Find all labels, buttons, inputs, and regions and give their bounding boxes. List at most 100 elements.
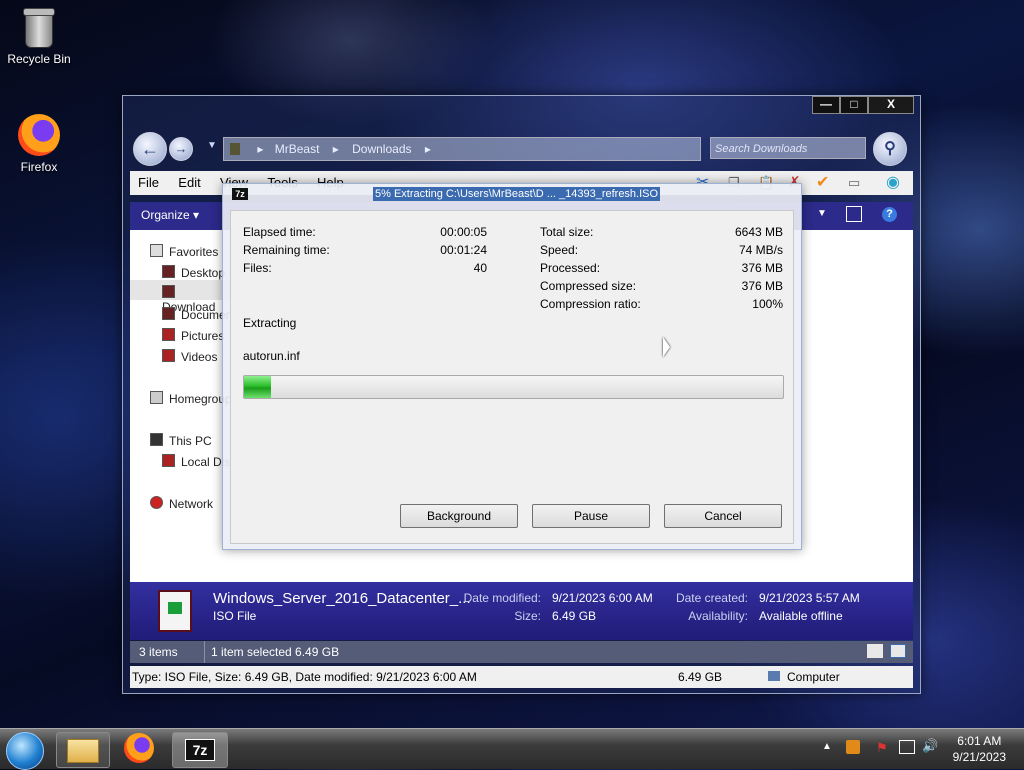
taskbar-firefox[interactable] [124,733,156,765]
organize-label: Organize [141,208,190,222]
mouse-cursor-icon [663,337,670,357]
details-view-icon[interactable] [867,644,883,658]
computer-icon [150,433,163,446]
file-info: Type: ISO File, Size: 6.49 GB, Date modi… [132,670,477,684]
pictures-icon [162,328,175,341]
file-explorer-icon [67,739,99,763]
sidebar-item-pictures[interactable]: Pictures [162,328,224,343]
remaining-time-label: Remaining time: [243,243,330,257]
globe-icon[interactable]: ◉ [878,171,908,195]
minimize-button[interactable]: — [812,96,840,114]
forward-button[interactable]: → [169,137,193,161]
remaining-time-value: 00:01:24 [440,243,487,257]
date-modified-label: Date modified: [463,591,541,605]
compression-ratio-value: 100% [752,297,783,311]
firefox-icon [124,733,154,763]
speed-label: Speed: [540,243,579,257]
date-modified-value: 9/21/2023 6:00 AM [552,591,653,605]
total-size-label: Total size: [540,225,594,239]
breadcrumb-separator-icon: ▸ [424,142,431,156]
date-created-value: 9/21/2023 5:57 AM [759,591,860,605]
sidebar-item-label: Favorites [169,245,219,259]
network-icon [150,496,163,509]
homegroup-icon [150,391,163,404]
7zip-progress-dialog: 7z 5% Extracting C:\Users\MrBeast\D ... … [222,183,802,550]
menu-edit[interactable]: Edit [170,171,208,195]
cancel-button[interactable]: Cancel [664,504,782,528]
background-button[interactable]: Background [400,504,518,528]
sidebar-item-downloads[interactable]: Download [130,280,230,314]
compressed-size-label: Compressed size: [540,279,637,293]
tray-app-icon[interactable] [846,740,860,754]
sidebar-item-label: This PC [169,434,212,448]
organize-button[interactable]: Organize ▾ [141,208,199,222]
recycle-bin-icon [23,8,55,48]
speed-value: 74 MB/s [738,243,783,257]
recent-pages-dropdown[interactable]: ▼ [207,140,217,151]
clock-date: 9/21/2023 [952,750,1006,764]
status-bar: 3 items 1 item selected 6.49 GB [130,641,913,663]
iso-file-icon [158,590,192,632]
availability-value: Available offline [759,609,843,623]
address-bar[interactable]: ▸ MrBeast ▸ Downloads ▸ [223,137,701,161]
help-icon[interactable]: ? [882,207,897,222]
files-value: 40 [473,261,487,275]
breadcrumb-downloads[interactable]: Downloads [352,142,411,156]
maximize-button[interactable]: □ [840,96,868,114]
taskbar-file-explorer[interactable] [56,732,110,768]
videos-icon [162,349,175,362]
clock[interactable]: 6:01 AM 9/21/2023 [953,733,1006,765]
sidebar-item-network[interactable]: Network [150,496,213,511]
operation-status: Extracting [243,316,297,330]
breadcrumb-mrbeast[interactable]: MrBeast [275,142,320,156]
desktop-icon-firefox[interactable]: Firefox [0,114,78,174]
info-bar: Type: ISO File, Size: 6.49 GB, Date modi… [130,666,913,688]
size-value: 6.49 GB [552,609,597,623]
sidebar-item-this-pc[interactable]: This PC [150,433,212,448]
back-button[interactable]: ← [133,132,167,166]
sidebar-item-label: Network [169,497,214,511]
date-created-label: Date created: [675,591,748,605]
elapsed-time-label: Elapsed time: [243,225,316,239]
sidebar-item-label: Pictures [181,329,225,343]
preview-pane-icon[interactable] [846,206,862,222]
volume-icon[interactable]: 🔊 [922,738,938,754]
close-button[interactable]: X [868,96,914,114]
status-size: 6.49 GB [678,670,723,684]
network-icon[interactable] [899,740,915,754]
search-icon[interactable]: ⚲ [873,132,907,166]
file-type: ISO File [213,609,257,623]
dialog-title: 5% Extracting C:\Users\MrBeast\D ... _14… [373,187,661,201]
action-center-flag-icon[interactable]: ⚑ [876,740,888,756]
availability-label: Availability: [688,609,748,623]
compression-ratio-label: Compression ratio: [540,297,641,311]
firefox-icon [18,114,60,156]
disk-icon [162,454,175,467]
view-icon[interactable]: ▭ [840,171,868,195]
pause-button[interactable]: Pause [532,504,650,528]
properties-check-icon[interactable]: ✔ [808,171,837,195]
view-options-dropdown[interactable]: ▼ [817,208,827,219]
file-name: Windows_Server_2016_Datacenter_... [213,590,471,607]
sidebar-item-desktop[interactable]: Desktop [162,265,225,280]
sidebar-item-favorites[interactable]: Favorites [150,244,218,259]
desktop-icon-label: Recycle Bin [7,52,71,66]
breadcrumb-separator-icon: ▸ [332,142,339,156]
sidebar-item-label: Desktop [181,266,226,280]
show-hidden-icons-button[interactable]: ▲ [822,741,832,752]
search-input[interactable]: Search Downloads [710,137,866,159]
sidebar-item-videos[interactable]: Videos [162,349,217,364]
compressed-size-value: 376 MB [741,279,783,293]
7zip-icon: 7z [185,739,215,761]
sidebar-item-homegroup[interactable]: Homegroup [150,391,232,406]
progress-fill [244,376,271,398]
breadcrumb-separator-icon: ▸ [257,142,264,156]
tiles-view-icon[interactable] [890,644,906,658]
taskbar-7zip[interactable]: 7z [172,732,228,768]
menu-file[interactable]: File [130,171,167,195]
item-count: 3 items [139,645,178,659]
star-icon [150,244,163,257]
desktop-icon-recycle-bin[interactable]: Recycle Bin [0,8,78,66]
start-button[interactable] [6,732,44,770]
sidebar-item-label: Videos [181,350,218,364]
